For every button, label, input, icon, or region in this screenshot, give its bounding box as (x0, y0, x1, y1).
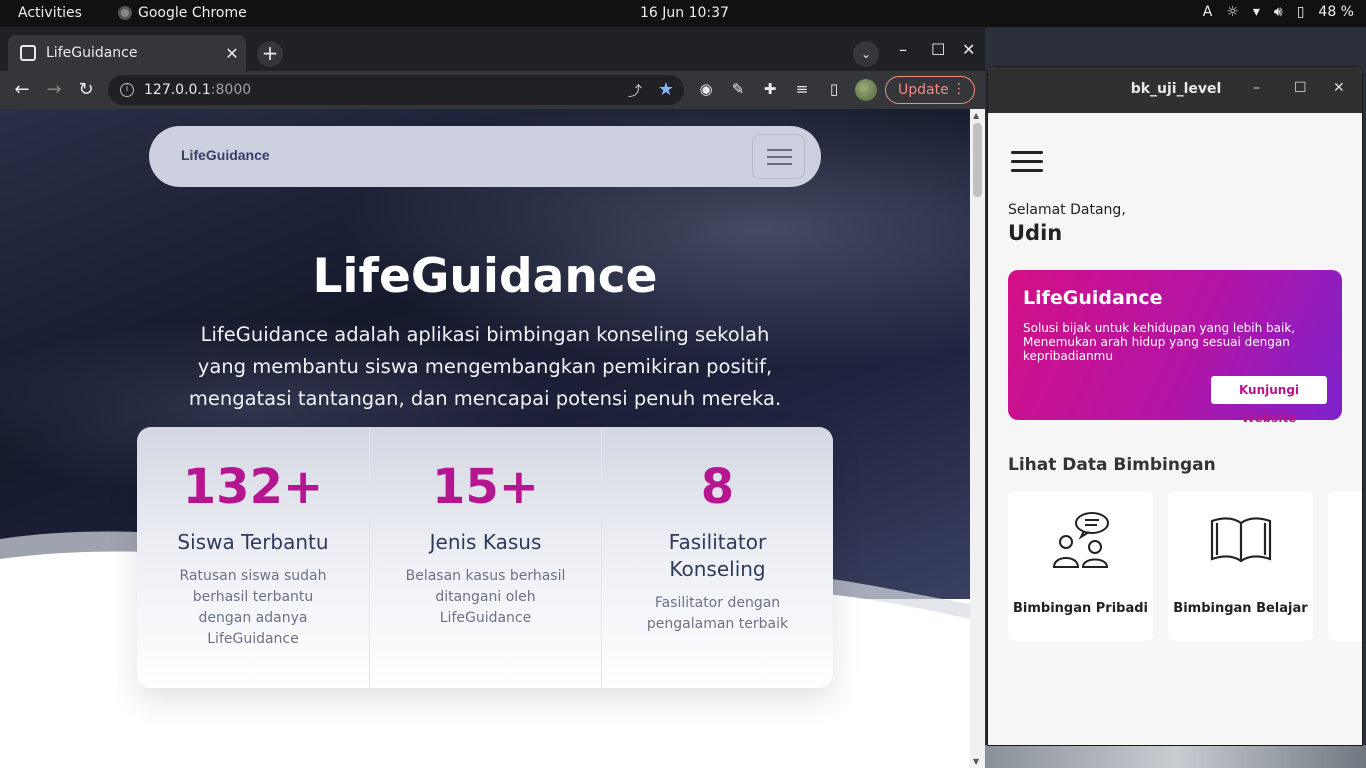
wifi-icon: ▾ (1252, 4, 1260, 20)
stat-description: Fasilitator dengan pengalaman terbaik (646, 595, 789, 632)
chrome-window: LifeGuidance ✕ + ⌄ – ☐ ✕ ← → ↻ i 127.0.0… (0, 27, 985, 768)
banner-description: Solusi bijak untuk kehidupan yang lebih … (1023, 321, 1296, 363)
stat-item: 8 Fasilitator Konseling Fasilitator deng… (601, 427, 833, 688)
stat-label: Siswa Terbantu (177, 530, 329, 554)
stat-number: 15+ (431, 459, 539, 515)
stats-card: 132+ Siswa Terbantu Ratusan siswa sudah … (137, 427, 833, 688)
tab-close-icon[interactable]: ✕ (218, 44, 246, 63)
share-icon[interactable]: ⤴ (628, 81, 642, 101)
app-menu[interactable]: Google Chrome (118, 5, 247, 21)
profile-avatar[interactable] (855, 79, 877, 101)
user-name: Udin (1008, 221, 1063, 245)
url-port: :8000 (210, 82, 252, 98)
address-bar[interactable]: i 127.0.0.1 :8000 ⤴ ★ (108, 75, 684, 105)
app-maximize-icon[interactable]: ☐ (1294, 80, 1307, 96)
bookmark-star-icon[interactable]: ★ (658, 79, 674, 100)
card-bimbingan-belajar[interactable]: Bimbingan Belajar (1168, 491, 1313, 641)
stat-number: 132+ (182, 459, 324, 515)
app-titlebar: bk_uji_level – ☐ ✕ (988, 67, 1362, 113)
stat-description: Belasan kasus berhasil ditangani oleh Li… (405, 568, 566, 626)
tab-strip: LifeGuidance ✕ + ⌄ – ☐ ✕ (0, 27, 985, 71)
tab-title: LifeGuidance (46, 45, 138, 61)
clock[interactable]: 16 Jun 10:37 (640, 5, 729, 21)
maximize-icon[interactable]: ☐ (931, 40, 945, 59)
app-close-icon[interactable]: ✕ (1333, 80, 1345, 96)
volume-icon: 🔊︎ (1273, 4, 1283, 20)
tab-lifeguidance[interactable]: LifeGuidance ✕ (8, 35, 246, 71)
reload-button[interactable]: ↻ (75, 79, 97, 100)
update-button-label: Update (898, 82, 949, 98)
extension-glasses-icon[interactable]: ◉ (695, 80, 717, 98)
toggler-bar (767, 156, 792, 158)
stat-number: 8 (700, 459, 735, 515)
keyboard-layout-indicator[interactable]: A (1203, 4, 1213, 20)
battery-percent: 48 % (1318, 4, 1354, 20)
extensions-puzzle-icon[interactable]: ✚ (759, 80, 781, 98)
hamburger-menu-icon[interactable] (1011, 151, 1043, 173)
app-minimize-icon[interactable]: – (1253, 80, 1260, 96)
update-button[interactable]: Update ⋮ (885, 76, 975, 104)
system-top-bar: Activities Google Chrome 16 Jun 10:37 A … (0, 0, 1366, 27)
page-scrollbar[interactable]: ▲ ▼ (970, 109, 985, 768)
back-button[interactable]: ← (11, 79, 33, 100)
browser-toolbar: ← → ↻ i 127.0.0.1 :8000 ⤴ ★ ◉ ✎ ✚ ≡ ▯ Up… (0, 71, 985, 109)
tab-search-button[interactable]: ⌄ (853, 41, 879, 67)
reading-list-icon[interactable]: ≡ (791, 80, 813, 98)
close-window-icon[interactable]: ✕ (962, 40, 975, 59)
hero-title: LifeGuidance (312, 249, 658, 304)
app-menu-label: Google Chrome (138, 5, 247, 21)
side-panel-icon[interactable]: ▯ (823, 80, 845, 98)
stat-label: Fasilitator Konseling (668, 530, 767, 581)
new-tab-button[interactable]: + (257, 41, 283, 67)
stat-description: Ratusan siswa sudah berhasil terbantu de… (179, 568, 327, 647)
hero-description: LifeGuidance adalah aplikasi bimbingan k… (188, 323, 782, 410)
app-window-title: bk_uji_level (1130, 81, 1222, 97)
brightness-icon: ☼ (1226, 4, 1239, 20)
card-bimbingan-pribadi[interactable]: Bimbingan Pribadi (1008, 491, 1153, 641)
card-partial[interactable] (1328, 491, 1362, 641)
navbar-toggler-button[interactable] (752, 134, 805, 179)
favicon-icon (20, 45, 36, 61)
site-navbar: LifeGuidance (149, 126, 821, 187)
forward-button[interactable]: → (43, 79, 65, 100)
card-label: Bimbingan Pribadi (1012, 601, 1149, 616)
menu-bar (1011, 169, 1043, 172)
scroll-down-icon[interactable]: ▼ (973, 757, 979, 766)
card-label: Bimbingan Belajar (1173, 601, 1308, 616)
desktop-wallpaper (985, 745, 1366, 768)
more-menu-icon[interactable]: ⋮ (952, 81, 966, 97)
system-tray[interactable]: A ☼ ▾ 🔊︎ ▯ 48 % (1203, 4, 1354, 20)
activities-button[interactable]: Activities (18, 5, 82, 21)
web-page: LifeGuidance LifeGuidance LifeGuidance a… (0, 109, 970, 768)
promo-banner: LifeGuidance Solusi bijak untuk kehidupa… (1008, 270, 1342, 425)
scrollbar-thumb[interactable] (973, 123, 982, 197)
banner-title: LifeGuidance (1023, 287, 1163, 309)
visit-website-button[interactable]: Kunjungi Website (1211, 376, 1327, 425)
url-host: 127.0.0.1 (144, 82, 211, 98)
minimize-icon[interactable]: – (899, 40, 907, 59)
extension-pen-icon[interactable]: ✎ (727, 80, 749, 98)
stat-item: 15+ Jenis Kasus Belasan kasus berhasil d… (369, 427, 601, 688)
toggler-bar (767, 163, 792, 165)
greeting-text: Selamat Datang, (1008, 202, 1126, 218)
battery-icon: ▯ (1296, 4, 1305, 20)
scroll-up-icon[interactable]: ▲ (973, 111, 979, 120)
stat-item: 132+ Siswa Terbantu Ratusan siswa sudah … (137, 427, 369, 688)
people-chat-icon (1052, 512, 1109, 568)
section-title: Lihat Data Bimbingan (1008, 455, 1216, 475)
navbar-brand[interactable]: LifeGuidance (181, 147, 270, 163)
book-icon (1210, 517, 1272, 563)
chrome-icon (118, 6, 132, 20)
menu-bar (1011, 151, 1043, 154)
site-info-icon[interactable]: i (120, 83, 134, 97)
app-window: bk_uji_level – ☐ ✕ Selamat Datang, Udin … (987, 66, 1363, 746)
stat-label: Jenis Kasus (429, 530, 542, 554)
toggler-bar (767, 149, 792, 151)
menu-bar (1011, 160, 1043, 163)
